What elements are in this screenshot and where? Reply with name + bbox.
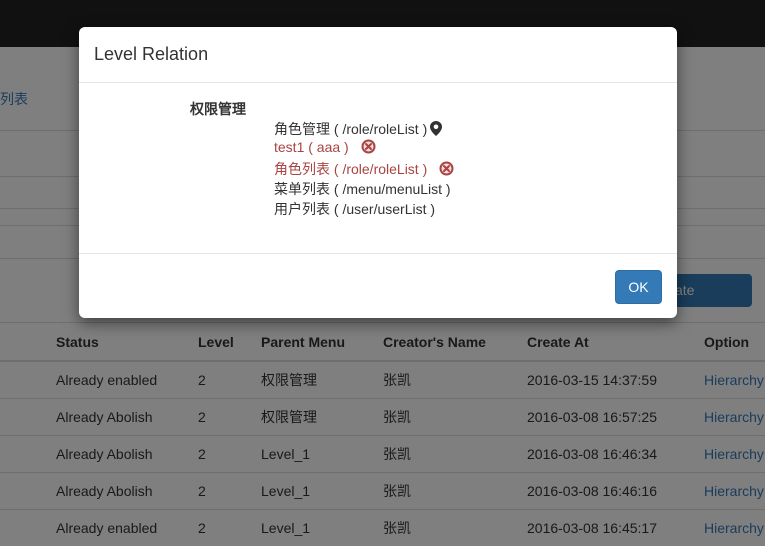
modal-footer: OK bbox=[79, 253, 677, 319]
modal-header: Level Relation bbox=[79, 27, 677, 83]
remove-circle-icon[interactable] bbox=[361, 139, 376, 157]
tree-item-label: test1 ( aaa ) bbox=[274, 139, 349, 155]
map-marker-icon bbox=[430, 121, 443, 139]
tree-root-label: 权限管理 bbox=[190, 101, 246, 117]
tree-item: test1 ( aaa ) bbox=[274, 139, 376, 157]
remove-circle-icon[interactable] bbox=[439, 161, 454, 179]
ok-button[interactable]: OK bbox=[615, 270, 662, 304]
level-relation-modal: Level Relation 权限管理 角色管理 ( /role/roleLis… bbox=[79, 27, 677, 318]
modal-title: Level Relation bbox=[94, 44, 209, 64]
tree-item: 角色列表 ( /role/roleList ) bbox=[274, 159, 454, 179]
tree-item: 用户列表 ( /user/userList ) bbox=[274, 199, 435, 219]
tree-item-label: 角色列表 ( /role/roleList ) bbox=[274, 161, 428, 177]
tree-item: 角色管理 ( /role/roleList ) bbox=[274, 119, 443, 139]
tree-item-label: 菜单列表 ( /menu/menuList ) bbox=[274, 181, 451, 197]
tree-item-label: 用户列表 ( /user/userList ) bbox=[274, 201, 436, 217]
tree-item-label: 角色管理 ( /role/roleList ) bbox=[274, 121, 428, 137]
tree-item: 菜单列表 ( /menu/menuList ) bbox=[274, 179, 451, 199]
